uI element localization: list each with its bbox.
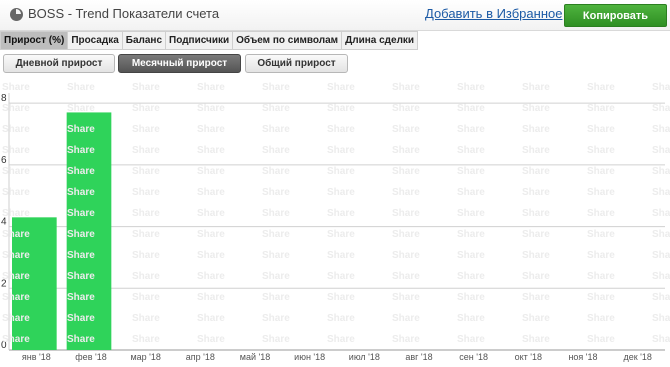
x-tick-label: май '18 xyxy=(240,352,270,362)
tab-balance[interactable]: Баланс xyxy=(122,31,167,50)
tab-drawdown[interactable]: Просадка xyxy=(68,31,123,50)
x-tick-label: июн '18 xyxy=(294,352,325,362)
x-tick-label: июл '18 xyxy=(349,352,380,362)
daily-growth-button[interactable]: Дневной прирост xyxy=(3,54,115,73)
x-tick-label: апр '18 xyxy=(186,352,215,362)
bar xyxy=(66,112,112,350)
tab-subscribers[interactable]: Подписчики xyxy=(166,31,234,50)
x-tick-label: сен '18 xyxy=(459,352,488,362)
y-tick-label: 8 xyxy=(1,93,7,104)
x-tick-label: ноя '18 xyxy=(568,352,597,362)
tab-volume-by-symbol[interactable]: Объем по символам xyxy=(233,31,343,50)
tab-growth[interactable]: Прирост (%) xyxy=(0,31,69,50)
y-tick-label: 6 xyxy=(1,155,7,166)
chart-svg: 0 2 4 6 8 янв '18 фев '18 мар '18 апр '18 май '18… xyxy=(1,93,665,362)
y-tick-label: 0 xyxy=(1,340,7,351)
bar xyxy=(12,217,57,350)
x-tick-label: янв '18 xyxy=(22,352,51,362)
x-tick-label: авг '18 xyxy=(405,352,432,362)
x-tick-label: окт '18 xyxy=(515,352,542,362)
copy-button[interactable]: Копировать xyxy=(564,4,667,27)
pie-chart-icon xyxy=(10,8,23,21)
page-title: BOSS - Trend Показатели счета xyxy=(28,6,220,21)
total-growth-button[interactable]: Общий прирост xyxy=(245,54,348,73)
growth-chart: Share Share Share Share Share Share Share Share… xyxy=(0,80,670,362)
x-tick-label: дек '18 xyxy=(623,352,651,362)
x-tick-label: мар '18 xyxy=(130,352,160,362)
add-to-favorites-link[interactable]: Добавить в Избранное xyxy=(425,6,562,21)
header-bar: BOSS - Trend Показатели счета Добавить в… xyxy=(0,0,670,31)
y-tick-label: 2 xyxy=(1,278,7,289)
tab-trade-length[interactable]: Длина сделки xyxy=(342,31,419,50)
y-tick-label: 4 xyxy=(1,217,7,228)
x-tick-label: фев '18 xyxy=(75,352,106,362)
tab-bar: Прирост (%) Просадка Баланс Подписчики О… xyxy=(0,31,419,50)
monthly-growth-button[interactable]: Месячный прирост xyxy=(118,54,241,73)
